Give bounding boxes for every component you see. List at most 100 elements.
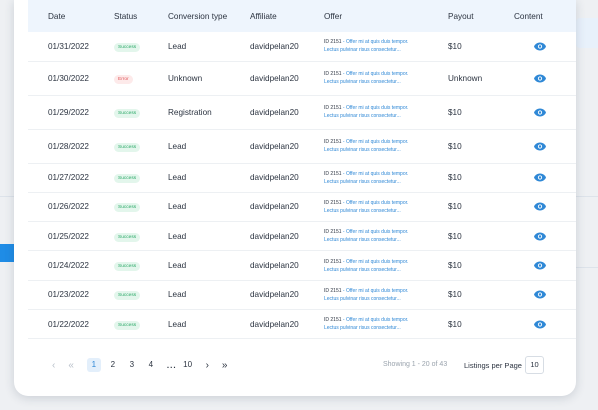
offer-title[interactable]: ID 2151 - Offer mi at quis duis tempor.: [324, 170, 448, 178]
page-button-2[interactable]: 2: [106, 358, 120, 372]
offer-link[interactable]: - Offer mi at quis duis tempor.: [343, 171, 409, 177]
column-header-affiliate[interactable]: Affiliate: [250, 0, 324, 32]
table-row: 01/31/2022 Success Lead davidpelan20 ID 2151…: [28, 32, 576, 62]
cell-payout: $10: [448, 129, 514, 164]
offer-title[interactable]: ID 2151 - Offer mi at quis duis tempor.: [324, 287, 448, 295]
offer-link[interactable]: - Offer mi at quis duis tempor.: [343, 105, 409, 111]
table-header-row: Date Status Conversion type Affiliate Of…: [28, 0, 576, 32]
cell-content: [514, 32, 576, 62]
pagination-ellipsis: ...: [166, 360, 177, 370]
offer-link[interactable]: - Offer mi at quis duis tempor.: [343, 317, 409, 323]
offer-link[interactable]: - Offer mi at quis duis tempor.: [343, 200, 409, 206]
cell-payout: $10: [448, 221, 514, 252]
eye-icon[interactable]: [534, 202, 546, 211]
offer-description-link[interactable]: Lectus pulvinar risus consectetur...: [324, 295, 448, 303]
first-page-button[interactable]: «: [68, 360, 74, 371]
offer-description-link[interactable]: Lectus pulvinar risus consectetur...: [324, 236, 448, 244]
offer-id: ID 2151: [324, 39, 342, 46]
cell-status: Success: [114, 32, 168, 62]
cell-conversion-type: Lead: [168, 163, 250, 193]
cell-offer: ID 2151 - Offer mi at quis duis tempor. L…: [324, 32, 448, 62]
column-header-content[interactable]: Content: [514, 0, 576, 32]
eye-icon[interactable]: [534, 320, 546, 329]
offer-description-link[interactable]: Lectus pulvinar risus consectetur...: [324, 207, 448, 215]
eye-icon[interactable]: [534, 232, 546, 241]
column-header-date[interactable]: Date: [28, 0, 114, 32]
cell-content: [514, 280, 576, 310]
offer-description-link[interactable]: Lectus pulvinar risus consectetur...: [324, 178, 448, 186]
offer-title[interactable]: ID 2151 - Offer mi at quis duis tempor.: [324, 70, 448, 78]
table-row: 01/26/2022 Success Lead davidpelan20 ID 2151…: [28, 192, 576, 223]
offer-title[interactable]: ID 2151 - Offer mi at quis duis tempor.: [324, 228, 448, 236]
eye-icon[interactable]: [534, 261, 546, 270]
table-row: 01/29/2022 Success Registration davidpelan2…: [28, 95, 576, 130]
cell-status: Success: [114, 129, 168, 164]
cell-offer: ID 2151 - Offer mi at quis duis tempor. L…: [324, 250, 448, 281]
offer-link[interactable]: - Offer mi at quis duis tempor.: [343, 288, 409, 294]
page-button-10[interactable]: 10: [181, 358, 195, 372]
cell-status: Success: [114, 309, 168, 340]
offer-description-link[interactable]: Lectus pulvinar risus consectetur...: [324, 46, 448, 54]
offer-title[interactable]: ID 2151 - Offer mi at quis duis tempor.: [324, 258, 448, 266]
page-button-4[interactable]: 4: [144, 358, 158, 372]
offer-link[interactable]: - Offer mi at quis duis tempor.: [343, 39, 409, 45]
offer-title[interactable]: ID 2151 - Offer mi at quis duis tempor.: [324, 104, 448, 112]
page-button-3[interactable]: 3: [125, 358, 139, 372]
offer-description-link[interactable]: Lectus pulvinar risus consectetur...: [324, 146, 448, 154]
offer-title[interactable]: ID 2151 - Offer mi at quis duis tempor.: [324, 138, 448, 146]
listings-per-page-select[interactable]: 10: [525, 356, 544, 374]
cell-content: [514, 250, 576, 281]
column-header-status[interactable]: Status: [114, 0, 168, 32]
cell-affiliate: davidpelan20: [250, 280, 324, 310]
next-page-button[interactable]: ›: [206, 360, 209, 371]
eye-icon[interactable]: [534, 142, 546, 151]
conversions-table: Date Status Conversion type Affiliate Of…: [28, 0, 576, 340]
status-badge: Success: [114, 232, 141, 242]
column-header-payout[interactable]: Payout: [448, 0, 514, 32]
background-panel-edge: [576, 18, 598, 48]
cell-affiliate: davidpelan20: [250, 221, 324, 252]
offer-description-link[interactable]: Lectus pulvinar risus consectetur...: [324, 112, 448, 120]
page-button-1[interactable]: 1: [86, 358, 101, 372]
cell-date: 01/22/2022: [28, 309, 114, 340]
offer-description-link[interactable]: Lectus pulvinar risus consectetur...: [324, 324, 448, 332]
offer-description-link[interactable]: Lectus pulvinar risus consectetur...: [324, 78, 448, 86]
table-row: 01/30/2022 Error Unknown davidpelan20 ID 215…: [28, 61, 576, 96]
offer-title[interactable]: ID 2151 - Offer mi at quis duis tempor.: [324, 199, 448, 207]
eye-icon[interactable]: [534, 290, 546, 299]
offer-title[interactable]: ID 2151 - Offer mi at quis duis tempor.: [324, 38, 448, 46]
cell-status: Success: [114, 280, 168, 310]
cell-offer: ID 2151 - Offer mi at quis duis tempor. L…: [324, 129, 448, 164]
column-header-conversion-type[interactable]: Conversion type: [168, 0, 250, 32]
cell-payout: $10: [448, 32, 514, 62]
cell-offer: ID 2151 - Offer mi at quis duis tempor. L…: [324, 163, 448, 193]
offer-description-link[interactable]: Lectus pulvinar risus consectetur...: [324, 266, 448, 274]
cell-conversion-type: Lead: [168, 280, 250, 310]
cell-offer: ID 2151 - Offer mi at quis duis tempor. L…: [324, 95, 448, 130]
eye-icon[interactable]: [534, 173, 546, 182]
cell-conversion-type: Lead: [168, 309, 250, 340]
cell-affiliate: davidpelan20: [250, 250, 324, 281]
last-page-button[interactable]: »: [222, 360, 228, 371]
cell-content: [514, 61, 576, 96]
offer-link[interactable]: - Offer mi at quis duis tempor.: [343, 139, 409, 145]
cell-date: 01/28/2022: [28, 129, 114, 164]
eye-icon[interactable]: [534, 42, 546, 51]
column-header-offer[interactable]: Offer: [324, 0, 448, 32]
cell-date: 01/23/2022: [28, 280, 114, 310]
offer-title[interactable]: ID 2151 - Offer mi at quis duis tempor.: [324, 316, 448, 324]
cell-content: [514, 95, 576, 130]
cell-conversion-type: Lead: [168, 250, 250, 281]
eye-icon[interactable]: [534, 74, 546, 83]
status-badge: Success: [114, 291, 141, 301]
offer-link[interactable]: - Offer mi at quis duis tempor.: [343, 259, 409, 265]
cell-conversion-type: Registration: [168, 95, 250, 130]
status-badge: Success: [114, 203, 141, 213]
offer-link[interactable]: - Offer mi at quis duis tempor.: [343, 229, 409, 235]
eye-icon[interactable]: [534, 108, 546, 117]
prev-page-button[interactable]: ‹: [52, 360, 55, 371]
status-badge: Success: [114, 108, 141, 118]
offer-id: ID 2151: [324, 258, 342, 265]
offer-link[interactable]: - Offer mi at quis duis tempor.: [343, 71, 409, 77]
listings-per-page-label: Listings per Page: [464, 361, 522, 370]
